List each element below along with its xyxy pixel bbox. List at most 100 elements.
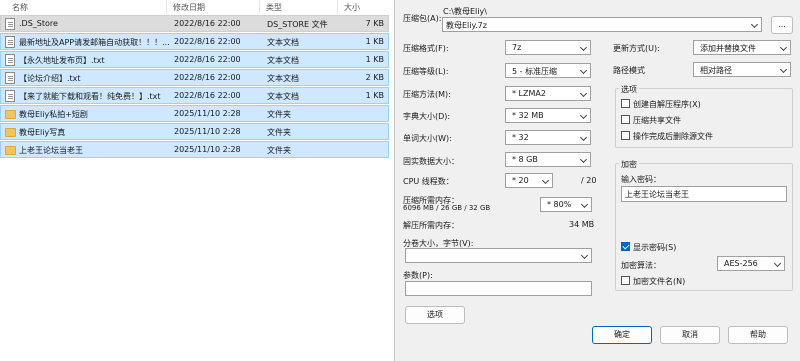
file-row[interactable]: .DS_Store 2022/8/16 22:00 DS_STORE 文件 7 KB: [0, 15, 389, 32]
solid-select[interactable]: * 8 GB: [505, 152, 591, 167]
chevron-down-icon: [579, 133, 588, 142]
row-date: 2025/11/10 2:28: [174, 109, 241, 118]
level-label: 压缩等级(L):: [403, 67, 449, 76]
pathmode-value: 相对路径: [700, 66, 732, 75]
file-row[interactable]: 【永久地址发布页】.txt 2022/8/16 22:00 文本文档 1 KB: [0, 51, 389, 68]
row-date: 2022/8/16 22:00: [174, 19, 241, 28]
split-select[interactable]: [405, 248, 592, 263]
show-password-checkbox[interactable]: 显示密码(S): [621, 242, 676, 253]
cpu-total: / 20: [581, 176, 597, 185]
chevron-down-icon: [580, 251, 589, 260]
ok-button[interactable]: 确定: [592, 326, 652, 344]
format-value: 7z: [512, 43, 522, 52]
chevron-down-icon: [773, 259, 782, 268]
compress-shared-checkbox[interactable]: 压缩共享文件: [621, 115, 681, 126]
file-icon: [5, 54, 15, 66]
row-date: 2025/11/10 2:28: [174, 145, 241, 154]
row-type: 文本文档: [267, 56, 299, 65]
file-row[interactable]: 【来了就能下载和观看！纯免费！】.txt 2022/8/16 22:00 文本文档 1…: [0, 87, 389, 104]
method-select[interactable]: * LZMA2: [505, 86, 591, 101]
decomp-label: 解压所需内存：: [403, 221, 459, 230]
update-select[interactable]: 添加并替换文件: [693, 40, 791, 55]
encrypt-names-label: 加密文件名(N): [633, 277, 686, 286]
row-name: 教母Eliy写真: [19, 128, 66, 137]
word-label: 单词大小(W):: [403, 134, 452, 143]
enc-method-value: AES-256: [724, 259, 758, 268]
compress-shared-label: 压缩共享文件: [633, 116, 681, 125]
row-size: 1 KB: [365, 37, 384, 46]
row-date: 2022/8/16 22:00: [174, 73, 241, 82]
chevron-down-icon: [579, 66, 588, 75]
row-size: 1 KB: [365, 91, 384, 100]
create-sfx-checkbox[interactable]: 创建自解压程序(X): [621, 99, 701, 110]
help-button[interactable]: 帮助: [728, 326, 788, 344]
dict-label: 字典大小(D):: [403, 112, 451, 121]
file-list-pane: 名称 修改日期 类型 大小 .DS_Store 2022/8/16 22:00 DS…: [0, 0, 390, 361]
params-input[interactable]: [405, 281, 592, 296]
row-name: 最新地址及APP请发邮箱自动获取！！！...: [19, 38, 170, 47]
file-row[interactable]: 最新地址及APP请发邮箱自动获取！！！... 2022/8/16 22:00 文本文…: [0, 33, 389, 50]
mem-percent-select[interactable]: * 80%: [540, 197, 592, 212]
file-icon: [5, 36, 15, 48]
row-name: 教母Eliy私拍+短剧: [19, 110, 88, 119]
dict-select[interactable]: * 32 MB: [505, 108, 591, 123]
row-type: 文件夹: [267, 128, 291, 137]
enc-method-select[interactable]: AES-256: [717, 256, 785, 271]
row-name: 【来了就能下载和观看！纯免费！】.txt: [19, 92, 161, 101]
column-header-name[interactable]: 名称: [12, 2, 28, 13]
decomp-value: 34 MB: [569, 220, 595, 229]
method-value: * LZMA2: [512, 89, 546, 98]
delete-after-checkbox[interactable]: 操作完成后删除源文件: [621, 131, 713, 142]
archive-name-combo[interactable]: 教母Eliy.7z: [442, 17, 762, 32]
encryption-group-title: 加密: [619, 159, 639, 170]
folder-row[interactable]: 教母Eliy写真 2025/11/10 2:28 文件夹: [0, 123, 389, 140]
password-value: 上老王论坛当老王: [625, 190, 689, 199]
folder-icon: [5, 128, 16, 137]
row-type: 文件夹: [267, 110, 291, 119]
word-select[interactable]: * 32: [505, 130, 591, 145]
column-header-size[interactable]: 大小: [344, 2, 360, 13]
row-size: 7 KB: [365, 19, 384, 28]
format-select[interactable]: 7z: [505, 40, 591, 55]
show-password-label: 显示密码(S): [633, 243, 677, 252]
cancel-button[interactable]: 取消: [660, 326, 720, 344]
row-name: 【论坛介绍】.txt: [19, 74, 81, 83]
checkbox-icon: [621, 276, 630, 285]
checkbox-icon: [621, 99, 630, 108]
checkbox-icon: [621, 115, 630, 124]
pathmode-label: 路径模式: [613, 66, 645, 75]
column-header-type[interactable]: 类型: [266, 2, 282, 13]
browse-button[interactable]: ...: [771, 16, 793, 34]
format-label: 压缩格式(F):: [403, 44, 449, 53]
row-name: 上老王论坛当老王: [19, 146, 83, 155]
cpu-select[interactable]: * 20: [505, 173, 553, 188]
level-value: 5 - 标准压缩: [512, 67, 558, 76]
folder-row[interactable]: 教母Eliy私拍+短剧 2025/11/10 2:28 文件夹: [0, 105, 389, 122]
row-size: 2 KB: [365, 73, 384, 82]
chevron-down-icon: [579, 89, 588, 98]
method-label: 压缩方法(M):: [403, 90, 451, 99]
folder-row[interactable]: 上老王论坛当老王 2025/11/10 2:28 文件夹: [0, 141, 389, 158]
enc-method-label: 加密算法：: [621, 261, 661, 270]
word-value: * 32: [512, 133, 529, 142]
file-icon: [5, 18, 15, 30]
row-type: 文件夹: [267, 146, 291, 155]
row-type: 文本文档: [267, 74, 299, 83]
params-label: 参数(P):: [403, 271, 433, 280]
encrypt-names-checkbox[interactable]: 加密文件名(N): [621, 276, 685, 287]
row-type: 文本文档: [267, 38, 299, 47]
password-input[interactable]: 上老王论坛当老王: [621, 186, 787, 202]
pathmode-select[interactable]: 相对路径: [693, 62, 791, 77]
chevron-down-icon: [579, 155, 588, 164]
options-button[interactable]: 选项: [405, 306, 465, 324]
file-list-header: 名称 修改日期 类型 大小: [0, 0, 390, 14]
checkbox-checked-icon: [621, 242, 630, 251]
file-row[interactable]: 【论坛介绍】.txt 2022/8/16 22:00 文本文档 2 KB: [0, 69, 389, 86]
level-select[interactable]: 5 - 标准压缩: [505, 63, 591, 78]
row-type: DS_STORE 文件: [267, 20, 328, 29]
file-icon: [5, 72, 15, 84]
chevron-down-icon[interactable]: [750, 20, 759, 29]
row-name: .DS_Store: [19, 19, 58, 28]
column-header-date[interactable]: 修改日期: [173, 2, 205, 13]
solid-label: 固实数据大小：: [403, 157, 459, 166]
